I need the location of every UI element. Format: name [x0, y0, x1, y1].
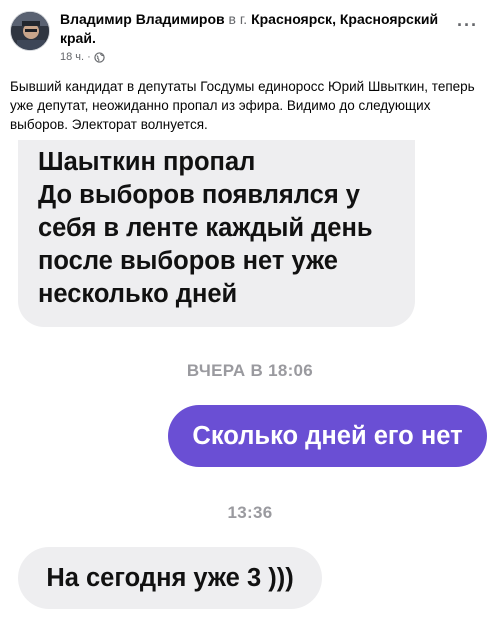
globe-icon	[94, 51, 105, 63]
more-options-icon[interactable]: ···	[457, 16, 478, 34]
message-line: До выборов появлялся у	[38, 181, 360, 209]
chat-screenshot: Шаыткин пропал До выборов появлялся у се…	[0, 140, 500, 617]
chat-timestamp-1: ВЧЕРА В 18:06	[186, 361, 314, 380]
post-text: Бывший кандидат в депутаты Госдумы едино…	[10, 79, 475, 132]
post-header: Владимир Владимиров в г. Красноярск, Кра…	[0, 0, 500, 72]
avatar[interactable]	[10, 11, 50, 51]
author-line: Владимир Владимиров в г. Красноярск, Кра…	[60, 10, 450, 48]
chat-timestamp-2: 13:36	[227, 503, 273, 522]
meta-separator: ·	[87, 51, 91, 63]
message-line: после выборов нет уже	[38, 247, 338, 275]
post-time[interactable]: 18 ч.	[60, 51, 84, 63]
author-name[interactable]: Владимир Владимиров	[60, 11, 225, 27]
message-line: Шаыткин пропал	[38, 148, 256, 176]
outgoing-message: Сколько дней его нет	[168, 405, 487, 467]
location-prefix: в г.	[224, 11, 252, 27]
post-meta: 18 ч. ·	[60, 51, 105, 63]
incoming-message-1: Шаыткин пропал До выборов появлялся у се…	[18, 140, 415, 327]
message-line: несколько дней	[38, 280, 238, 308]
incoming-message-2: На сегодня уже 3 )))	[18, 547, 322, 609]
message-line: себя в ленте каждый день	[38, 214, 373, 242]
